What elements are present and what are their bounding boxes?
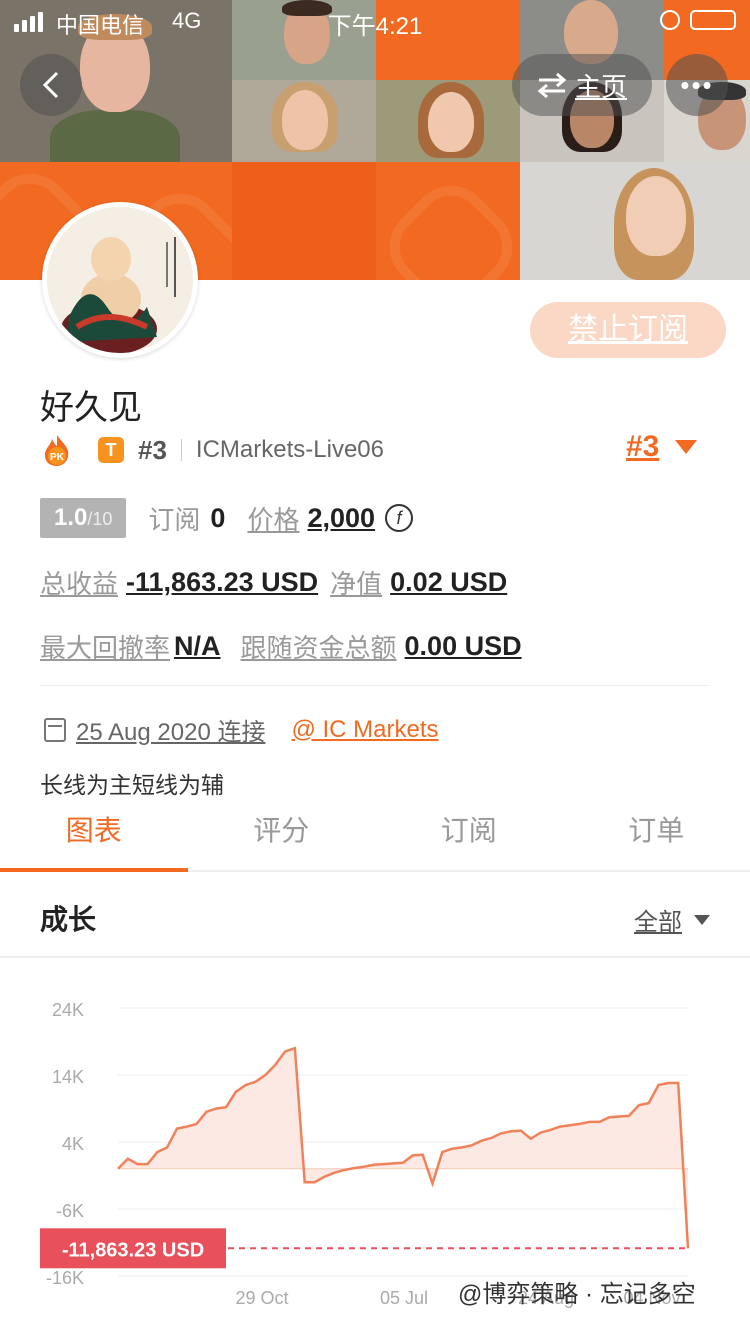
banner-tile [232,162,376,280]
trader-name: 好久见 [40,389,142,427]
total-profit-label[interactable]: 总收益 [40,564,118,601]
caret-down-icon [694,914,710,925]
rank-number: #3 [138,434,167,465]
tab-chart[interactable]: 图表 [0,798,188,872]
connection-date[interactable]: 25 Aug 2020 连接 [76,712,265,747]
trader-photo [376,80,520,162]
x-tick-label: 29 Oct [235,1288,288,1308]
back-button[interactable] [20,54,82,116]
series-area [118,1048,688,1249]
y-tick-label: 24K [52,1000,84,1020]
chevron-left-icon [42,71,59,99]
subscriptions-value: 0 [210,502,226,533]
stats-row-score: 1.0/10 订阅 0 价格 2,000 f [40,498,414,538]
follow-funds-value[interactable]: 0.00 USD [405,631,522,662]
tab-rating[interactable]: 评分 [188,798,376,870]
score-badge: 1.0/10 [40,498,127,538]
status-time: 下午4:21 [327,13,423,40]
stats-row-profit: 总收益 -11,863.23 USD 净值 0.02 USD [40,564,507,601]
connection-info: 25 Aug 2020 连接 @ IC Markets [44,712,439,747]
home-label: 主页 [574,71,627,102]
period-filter[interactable]: 全部 [634,902,710,937]
total-profit-value[interactable]: -11,863.23 USD [126,567,318,598]
net-value-value[interactable]: 0.02 USD [390,567,507,598]
y-tick-label: 14K [52,1067,84,1087]
more-icon: ••• [680,69,714,100]
trader-photo [520,162,750,280]
avatar-image [47,207,193,353]
score-value: 1.0 [54,504,88,531]
tab-subscriptions[interactable]: 订阅 [375,798,563,870]
coin-icon: f [385,504,414,532]
rank-dropdown-label: #3 [626,430,660,463]
pk-label: PK [50,452,65,463]
tab-bar: 图表 评分 订阅 订单 [0,798,750,872]
x-tick-label: 05 Jul [380,1288,428,1308]
swap-icon [537,72,567,98]
calendar-icon [44,717,66,742]
home-button[interactable]: 主页 [512,54,652,116]
price-value[interactable]: 2,000 [307,503,375,534]
server-name: ICMarkets-Live06 [195,436,384,463]
stats-row-drawdown: 最大回撤率 N/A 跟随资金总额 0.00 USD [40,628,522,665]
max-drawdown-label[interactable]: 最大回撤率 [40,628,170,665]
battery-icon [690,10,736,30]
period-filter-label: 全部 [634,909,682,936]
y-tick-label: -16K [46,1268,84,1288]
subscribe-button[interactable]: 禁止订阅 [530,302,726,358]
tab-orders[interactable]: 订单 [563,798,750,870]
more-button[interactable]: ••• [666,54,728,116]
banner-tile [376,162,520,280]
price-label[interactable]: 价格 [247,500,299,537]
type-badge: T [98,437,124,463]
caret-down-icon [675,440,698,454]
watermark: @博弈策略 · 忘记多空 [458,1281,696,1308]
rotation-lock-icon [660,10,680,30]
y-tick-label: -6K [56,1201,84,1221]
trader-meta: PK T #3 ICMarkets-Live06 [40,432,384,468]
broker-link[interactable]: @ IC Markets [291,716,438,744]
current-value-label: -11,863.23 USD [62,1239,204,1261]
trader-photo [232,80,376,162]
pk-flame-icon[interactable]: PK [40,433,74,467]
meta-divider [180,439,182,461]
max-drawdown-value[interactable]: N/A [174,631,221,662]
growth-title: 成长 [40,904,97,935]
net-value-label[interactable]: 净值 [330,564,382,601]
follow-funds-label[interactable]: 跟随资金总额 [241,628,397,665]
status-bar: 中国电信 4G 下午4:21 [0,0,750,40]
subscriptions-label: 订阅 [148,504,201,535]
divider [40,685,710,686]
y-tick-label: 4K [62,1134,84,1154]
rank-dropdown[interactable]: #3 [626,430,698,464]
score-denominator: /10 [87,509,113,529]
trader-bio: 长线为主短线为辅 [40,772,224,798]
avatar[interactable] [42,202,198,358]
